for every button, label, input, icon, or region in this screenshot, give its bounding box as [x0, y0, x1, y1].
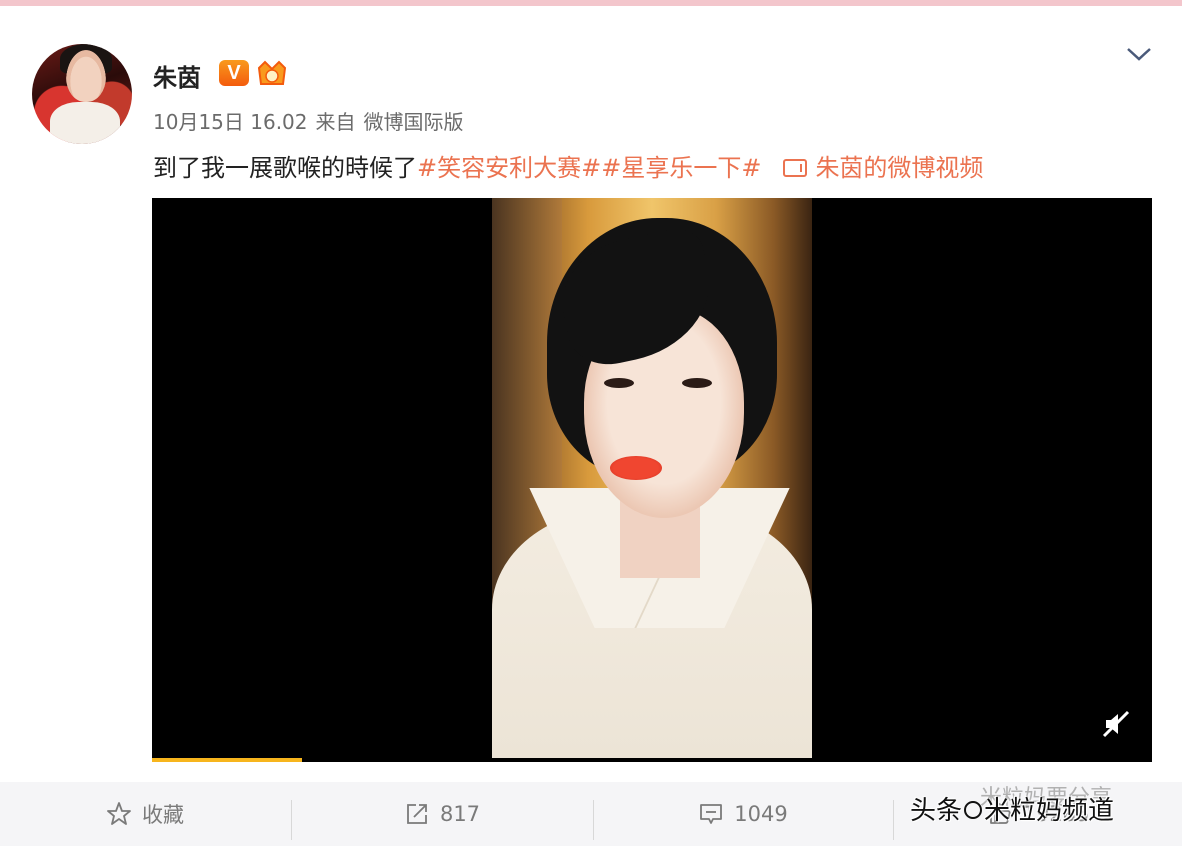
thumb-up-icon: [989, 803, 1011, 824]
star-icon: [107, 802, 131, 825]
favorite-button[interactable]: 收藏: [0, 782, 290, 846]
share-icon: [407, 804, 427, 824]
comment-count: 1049: [734, 802, 788, 826]
post-content: 到了我一展歌喉的時候了#笑容安利大赛##星享乐一下# 朱茵的微博视频: [153, 148, 983, 183]
crown-badge-icon: [257, 60, 287, 85]
video-progress-fill: [152, 758, 302, 762]
source-prefix: 来自: [315, 110, 356, 134]
comment-button[interactable]: 1049: [594, 782, 892, 846]
user-avatar[interactable]: [32, 44, 132, 144]
video-frame: [492, 198, 812, 762]
repost-button[interactable]: 817: [292, 782, 592, 846]
favorite-label: 收藏: [142, 803, 184, 827]
video-link[interactable]: 朱茵的微博视频: [783, 154, 983, 182]
frame-lips: [610, 456, 662, 480]
post-timestamp[interactable]: 10月15日 16.02: [153, 110, 308, 134]
comment-icon: [700, 804, 723, 824]
video-link-label: 朱茵的微博视频: [815, 154, 984, 182]
frame-eye-left: [604, 378, 634, 388]
repost-count: 817: [439, 802, 481, 826]
chevron-down-icon[interactable]: [1124, 44, 1154, 64]
video-player[interactable]: [152, 198, 1152, 762]
mute-icon[interactable]: [1098, 706, 1134, 742]
username[interactable]: 朱茵: [153, 58, 201, 93]
video-icon: [783, 159, 808, 177]
like-button[interactable]: 19285: [894, 782, 1182, 846]
action-bar: 收藏 817 1049 19285: [0, 782, 1182, 846]
avatar-face: [66, 50, 106, 102]
post-meta: 10月15日 16.02 来自 微博国际版: [153, 106, 472, 135]
avatar-shirt: [50, 102, 120, 144]
post-source[interactable]: 微博国际版: [364, 110, 464, 134]
hashtag-link[interactable]: #笑容安利大赛##星享乐一下#: [417, 154, 761, 182]
video-progress-track[interactable]: [152, 758, 1152, 762]
frame-eye-right: [682, 378, 712, 388]
verified-badge-icon: V: [219, 60, 249, 86]
post-text: 到了我一展歌喉的時候了: [153, 154, 417, 182]
like-count: 19285: [1022, 802, 1090, 826]
